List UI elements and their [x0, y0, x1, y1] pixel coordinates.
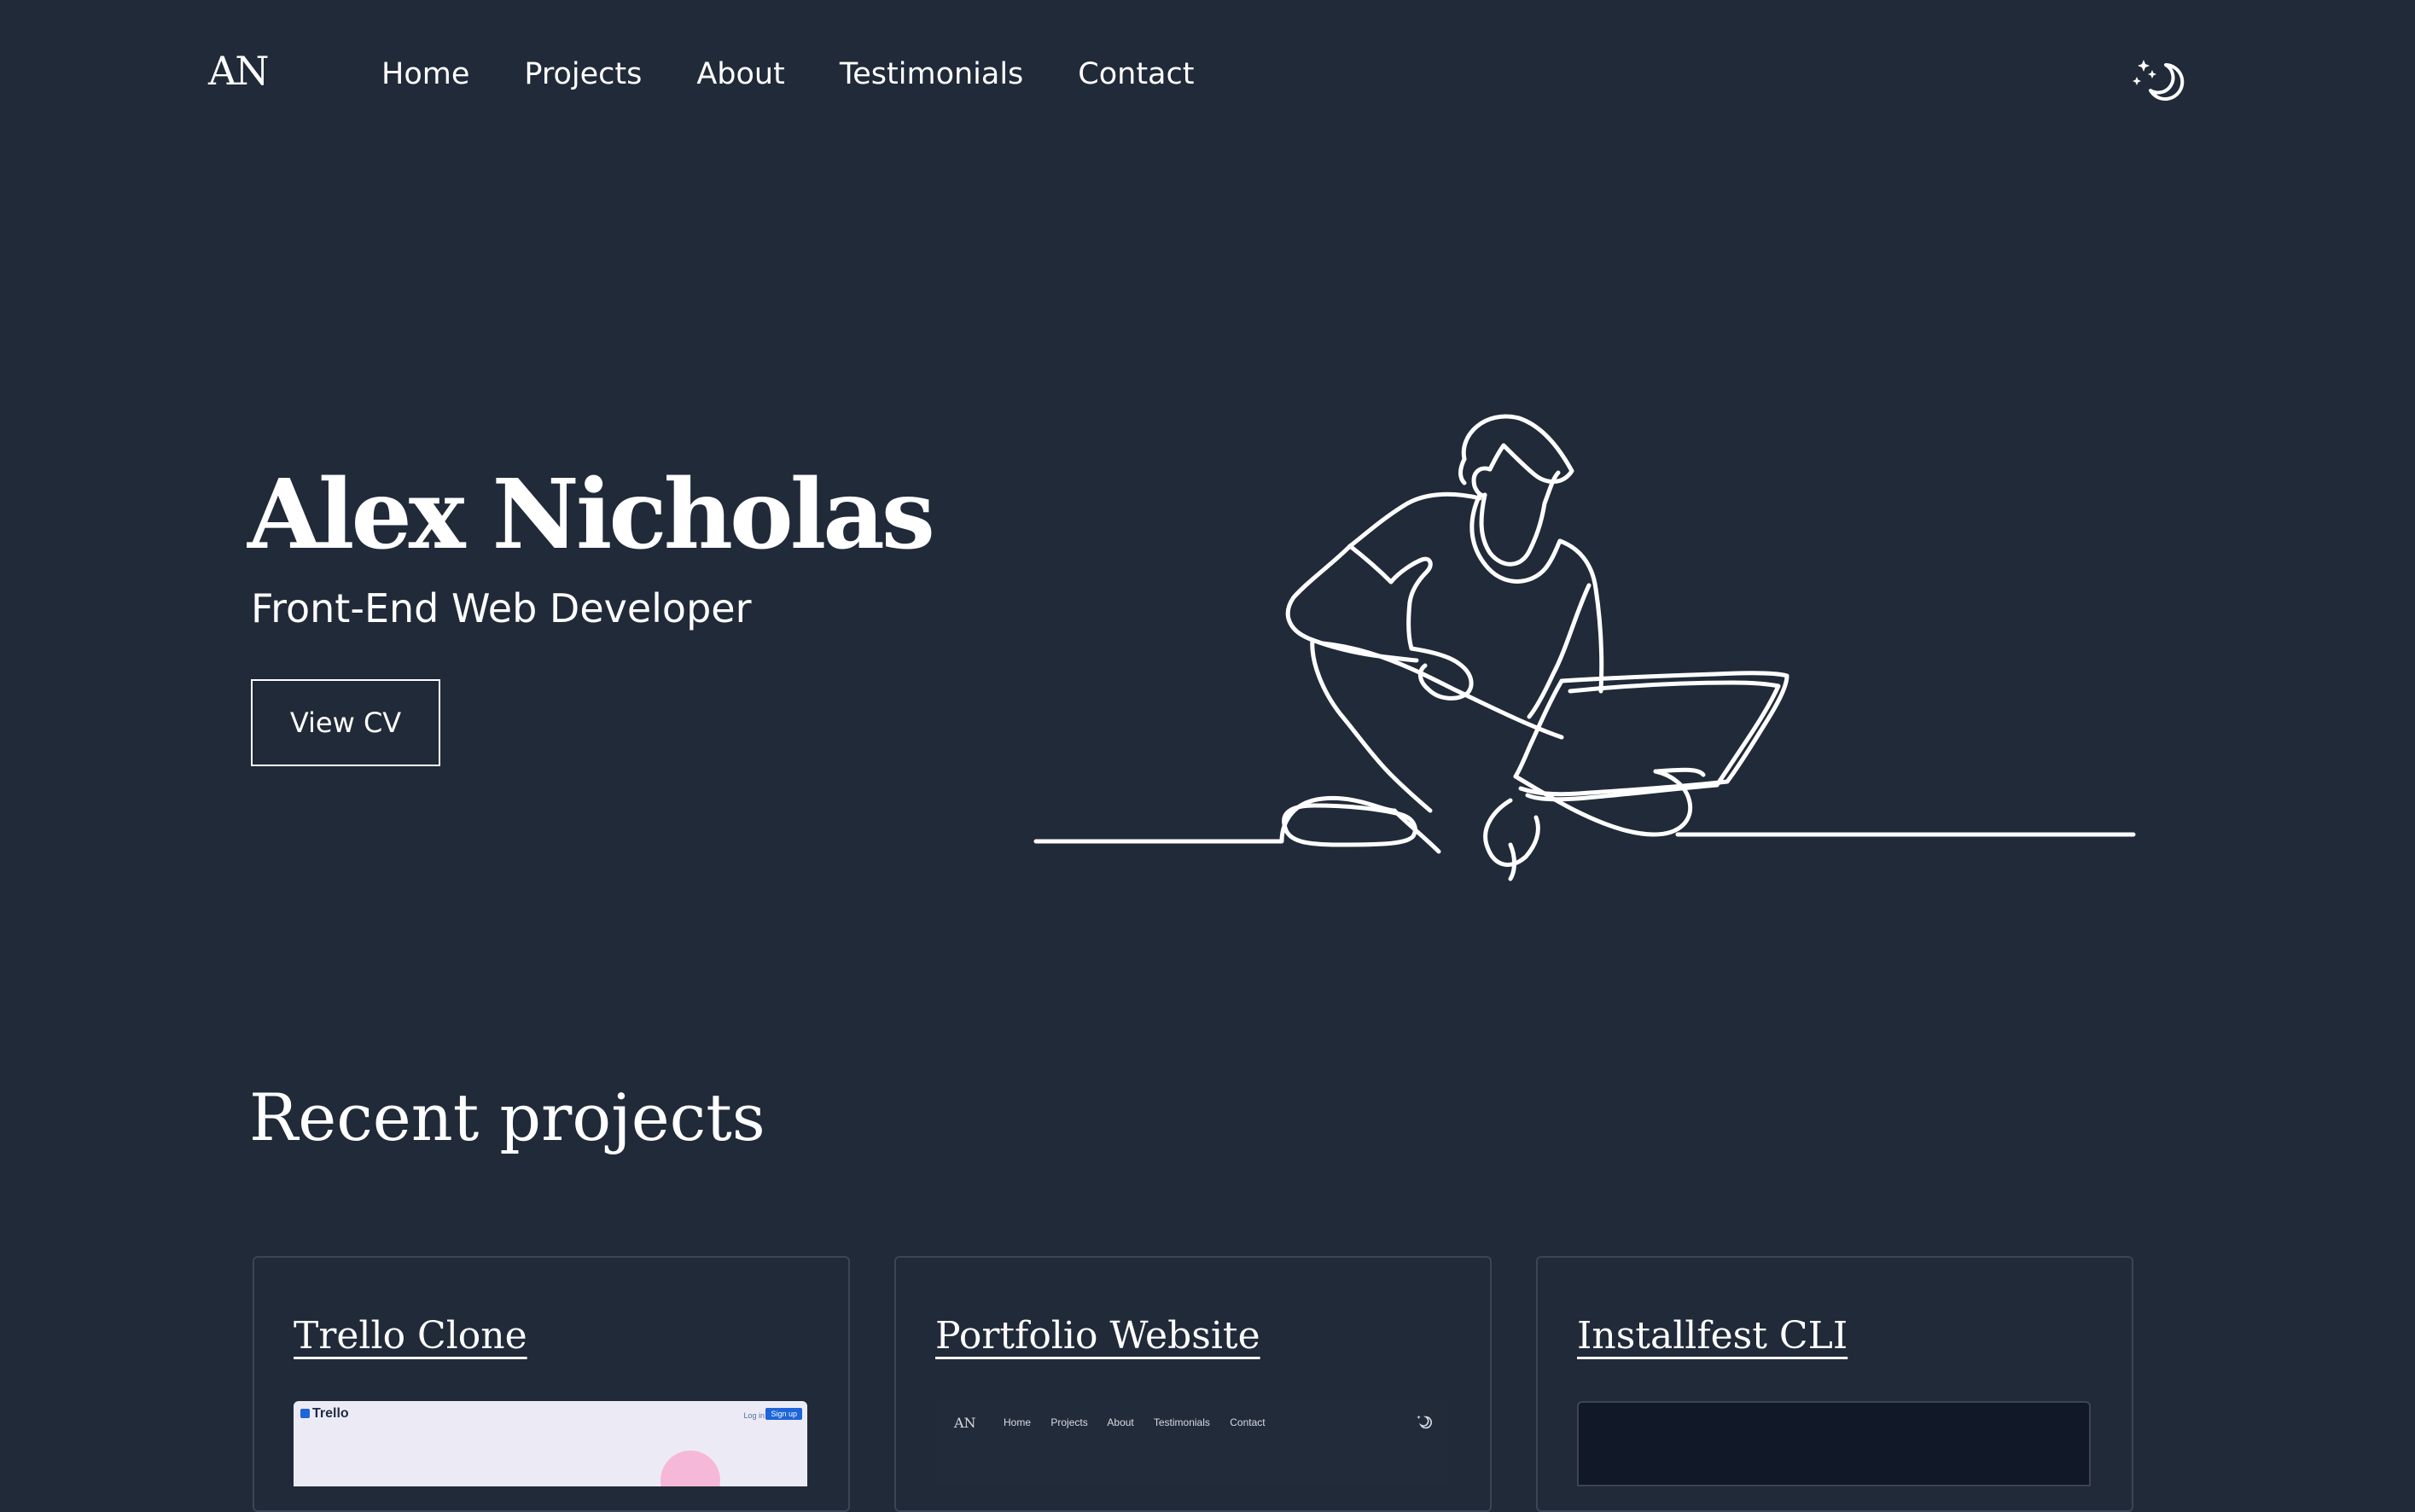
project-card-installfest: Installfest CLI	[1536, 1256, 2133, 1512]
theme-toggle-button[interactable]	[2132, 53, 2190, 111]
hero-name: Alex Nicholas	[247, 459, 935, 571]
thumb-signup: Sign up	[765, 1408, 802, 1420]
nav-link-testimonials[interactable]: Testimonials	[840, 58, 1023, 91]
thumb-nav-items: Home Projects About Testimonials Contact	[1004, 1416, 1283, 1428]
project-thumbnail[interactable]	[1577, 1401, 2091, 1486]
thumb-logo: AN	[954, 1415, 976, 1431]
project-thumbnail[interactable]: Trello Log in Sign up	[294, 1401, 807, 1486]
moon-stars-icon	[2133, 60, 2185, 101]
thumb-nav-item: About	[1107, 1416, 1134, 1428]
thumb-mini-nav: AN Home Projects About Testimonials Cont…	[935, 1410, 1449, 1435]
nav-link-contact[interactable]: Contact	[1078, 58, 1194, 91]
projects-section-title: Recent projects	[249, 1079, 765, 1155]
nav-link-home[interactable]: Home	[381, 58, 469, 91]
site-header: AN Home Projects About Testimonials Cont…	[0, 0, 2415, 157]
thumb-nav-item: Projects	[1050, 1416, 1088, 1428]
project-card-portfolio: Portfolio Website AN Home Projects About…	[894, 1256, 1492, 1512]
moon-stars-icon	[1417, 1415, 1432, 1429]
project-thumbnail[interactable]: AN Home Projects About Testimonials Cont…	[935, 1401, 1449, 1486]
person-laptop-illustration	[1033, 414, 2136, 881]
main-nav: Home Projects About Testimonials Contact	[381, 58, 1248, 91]
project-title-link[interactable]: Portfolio Website	[935, 1314, 1260, 1358]
project-title-link[interactable]: Trello Clone	[294, 1314, 527, 1358]
thumb-nav-item: Testimonials	[1153, 1416, 1210, 1428]
nav-link-projects[interactable]: Projects	[524, 58, 642, 91]
project-card-trello: Trello Clone Trello Log in Sign up	[253, 1256, 850, 1512]
thumb-nav-item: Contact	[1230, 1416, 1266, 1428]
thumb-logo-text: Trello	[312, 1406, 349, 1421]
view-cv-button[interactable]: View CV	[251, 679, 440, 766]
project-title-link[interactable]: Installfest CLI	[1577, 1314, 1848, 1358]
thumb-nav-item: Home	[1004, 1416, 1032, 1428]
nav-link-about[interactable]: About	[696, 58, 784, 91]
site-logo[interactable]: AN	[208, 51, 269, 90]
hero-role: Front-End Web Developer	[251, 585, 752, 631]
thumb-decoration	[660, 1451, 720, 1486]
trello-logo-icon	[300, 1409, 310, 1418]
thumb-login: Log in	[743, 1411, 765, 1420]
thumb-logo: Trello	[300, 1406, 349, 1422]
